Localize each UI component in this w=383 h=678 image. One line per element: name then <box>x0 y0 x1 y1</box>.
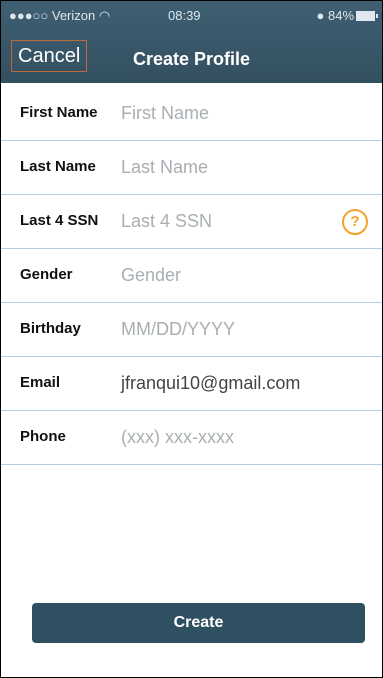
ssn-label: Last 4 SSN <box>20 212 99 229</box>
first-name-label: First Name <box>20 104 98 121</box>
battery-text: ● 84% <box>316 8 354 23</box>
phone-row: Phone (xxx) xxx-xxxx <box>1 411 382 465</box>
ssn-row: Last 4 SSN Last 4 SSN ? <box>1 195 382 249</box>
page-title: Create Profile <box>132 49 251 69</box>
clock-text: 08:39 <box>168 8 201 23</box>
ssn-input[interactable]: Last 4 SSN <box>121 211 212 232</box>
carrier-text: ●●●○○ Verizon ◠ <box>9 8 111 23</box>
email-label: Email <box>20 374 61 391</box>
birthday-row: Birthday MM/DD/YYYY <box>1 303 382 357</box>
first-name-row: First Name First Name <box>1 87 382 141</box>
battery-icon <box>356 11 375 21</box>
first-name-input[interactable]: First Name <box>121 103 209 124</box>
phone-label: Phone <box>20 428 66 445</box>
battery-tip-icon <box>376 14 378 18</box>
gender-label: Gender <box>20 266 73 283</box>
last-name-input[interactable]: Last Name <box>121 157 208 178</box>
birthday-label: Birthday <box>20 320 81 337</box>
nav-bar: Cancel Create Profile <box>1 31 382 83</box>
email-row: Email jfranqui10@gmail.com <box>1 357 382 411</box>
app-frame: ●●●○○ Verizon ◠ 08:39 ● 84% Cancel Creat… <box>0 0 383 678</box>
help-icon[interactable]: ? <box>342 209 368 235</box>
last-name-row: Last Name Last Name <box>1 141 382 195</box>
create-button[interactable]: Create <box>32 603 365 643</box>
email-input[interactable]: jfranqui10@gmail.com <box>121 373 300 394</box>
profile-form: First Name First Name Last Name Last Nam… <box>1 87 382 465</box>
phone-input[interactable]: (xxx) xxx-xxxx <box>121 427 234 448</box>
gender-row: Gender Gender <box>1 249 382 303</box>
birthday-input[interactable]: MM/DD/YYYY <box>121 319 235 340</box>
gender-input[interactable]: Gender <box>121 265 181 286</box>
header: ●●●○○ Verizon ◠ 08:39 ● 84% Cancel Creat… <box>1 1 382 83</box>
last-name-label: Last Name <box>20 158 96 175</box>
status-bar: ●●●○○ Verizon ◠ 08:39 ● 84% <box>1 1 382 31</box>
